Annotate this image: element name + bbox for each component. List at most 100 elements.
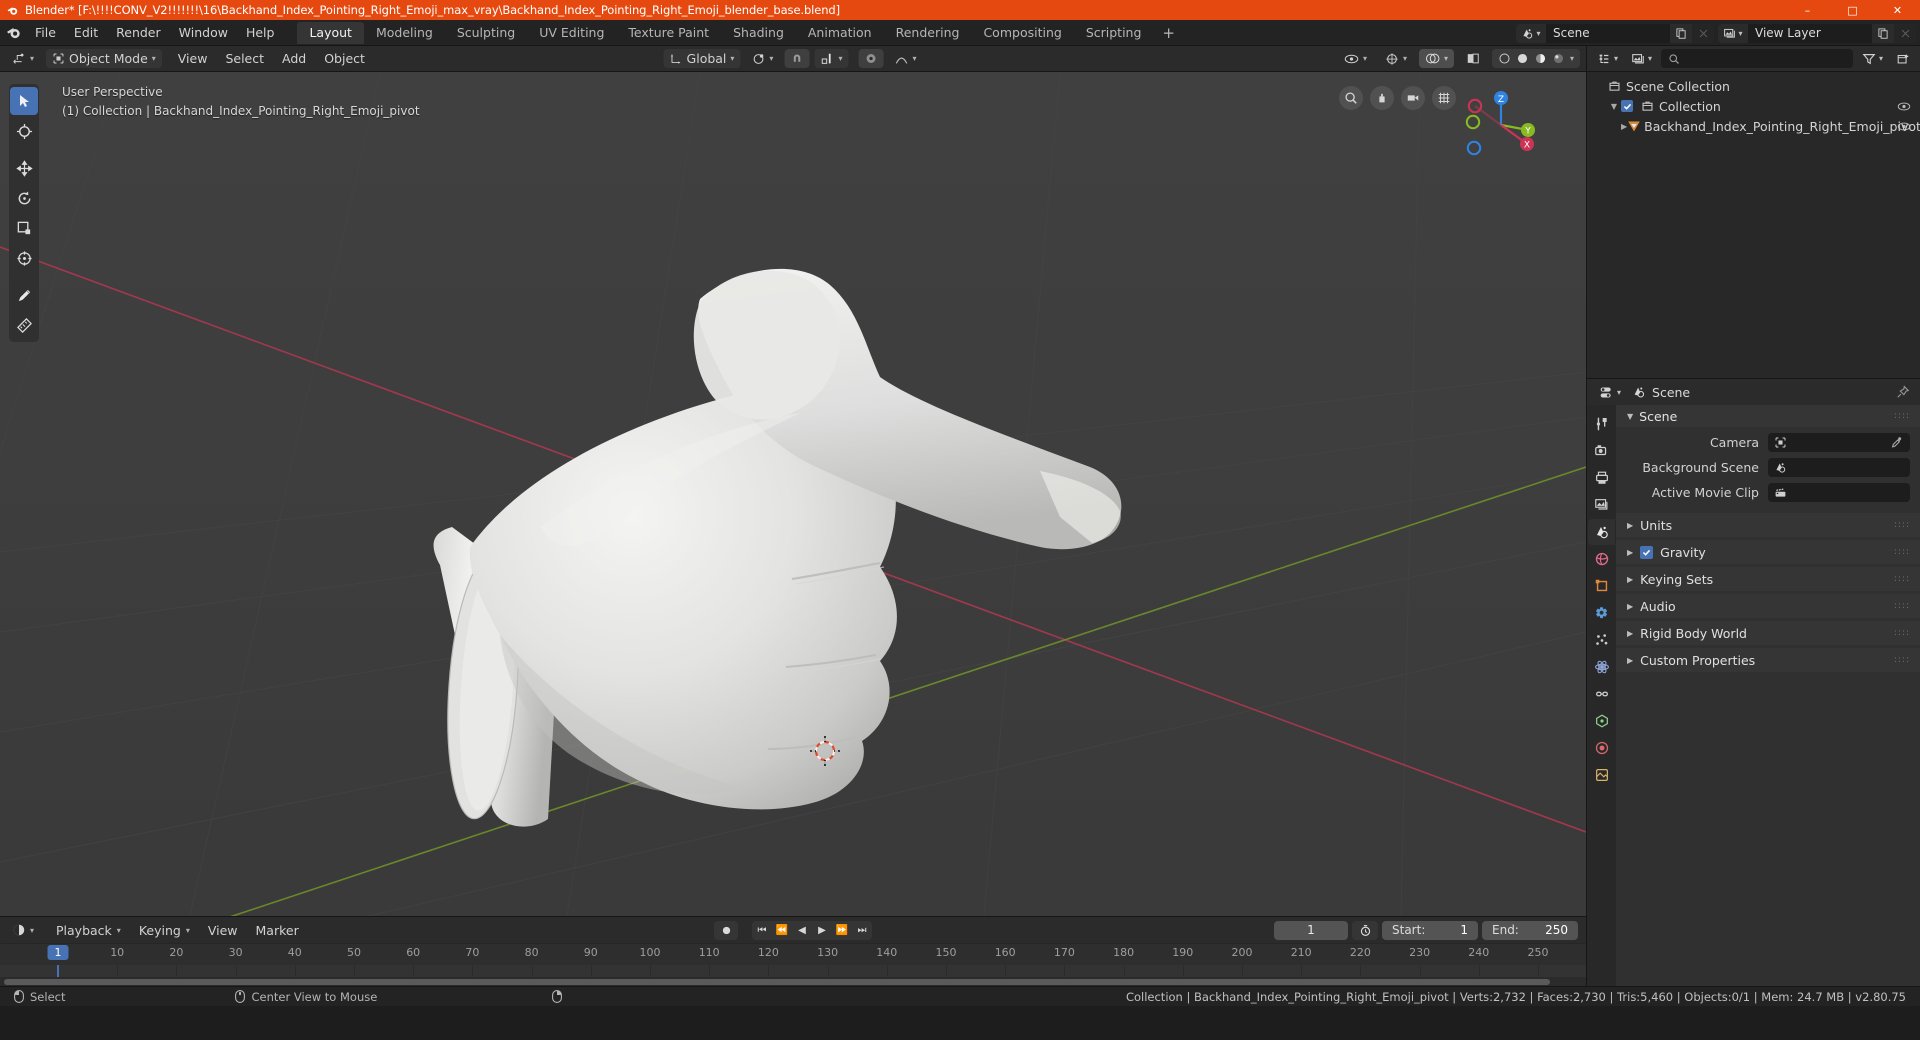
timeline-editor-type-selector[interactable]: ▾: [6, 920, 41, 940]
add-workspace-button[interactable]: +: [1153, 22, 1184, 44]
timeline-playhead[interactable]: [57, 965, 59, 977]
keying-sets-section-header[interactable]: ▶ Keying Sets ::::: [1616, 567, 1920, 591]
viewport-menu-view[interactable]: View: [169, 49, 217, 68]
disclosure-triangle-icon[interactable]: ▼: [1607, 102, 1621, 111]
workspace-tab-scripting[interactable]: Scripting: [1074, 22, 1154, 44]
menu-window[interactable]: Window: [170, 20, 237, 46]
eye-icon[interactable]: [1897, 101, 1911, 112]
play-button[interactable]: ▶: [812, 920, 832, 940]
world-tab[interactable]: [1588, 546, 1615, 572]
proportional-editing-toggle[interactable]: [858, 49, 884, 68]
view-layer-tab[interactable]: [1588, 492, 1615, 518]
timeline-menu-marker[interactable]: Marker: [247, 921, 308, 940]
new-scene-button[interactable]: [1670, 23, 1692, 43]
workspace-tab-sculpting[interactable]: Sculpting: [445, 22, 527, 44]
menu-help[interactable]: Help: [237, 20, 284, 46]
zoom-icon[interactable]: [1339, 86, 1363, 110]
new-view-layer-button[interactable]: [1872, 23, 1894, 43]
grid-view-icon[interactable]: [1432, 86, 1456, 110]
view-layer-icon[interactable]: ▾: [1718, 23, 1748, 43]
disclosure-triangle-icon[interactable]: ▶: [1627, 629, 1633, 638]
workspace-tab-compositing[interactable]: Compositing: [971, 22, 1073, 44]
viewport-menu-add[interactable]: Add: [273, 49, 315, 68]
timeline-track[interactable]: [0, 965, 1586, 977]
workspace-tab-animation[interactable]: Animation: [796, 22, 884, 44]
snap-target-selector[interactable]: ▾: [814, 49, 849, 68]
background-scene-field[interactable]: [1768, 457, 1910, 477]
scale-tool[interactable]: [10, 214, 38, 242]
menu-file[interactable]: File: [26, 20, 65, 46]
close-button[interactable]: ✕: [1875, 0, 1920, 20]
workspace-tab-texture-paint[interactable]: Texture Paint: [616, 22, 721, 44]
remove-view-layer-button[interactable]: [1894, 23, 1916, 43]
proportional-falloff-selector[interactable]: ▾: [888, 49, 923, 68]
output-tab[interactable]: [1588, 465, 1615, 491]
auto-keying-toggle[interactable]: [714, 920, 738, 940]
audio-section-header[interactable]: ▶ Audio ::::: [1616, 594, 1920, 618]
workspace-tab-modeling[interactable]: Modeling: [364, 22, 445, 44]
current-frame-indicator[interactable]: 1: [47, 945, 69, 960]
visibility-selector[interactable]: ▾: [1337, 49, 1373, 68]
disclosure-triangle-icon[interactable]: ▶: [1627, 602, 1633, 611]
timeline-scrollbar[interactable]: [0, 977, 1586, 986]
overlays-selector[interactable]: ▾: [1418, 49, 1454, 68]
object-tab[interactable]: [1588, 573, 1615, 599]
menu-render[interactable]: Render: [107, 20, 170, 46]
viewport-menu-select[interactable]: Select: [216, 49, 273, 68]
properties-editor-type-selector[interactable]: ▾: [1595, 382, 1626, 402]
render-tab[interactable]: [1588, 438, 1615, 464]
navigation-gizmo[interactable]: Z Y X: [1462, 86, 1540, 164]
constraint-tab[interactable]: [1588, 681, 1615, 707]
measure-tool[interactable]: [10, 311, 38, 339]
outliner-display-mode-selector[interactable]: ▾: [1627, 49, 1657, 68]
gravity-checkbox[interactable]: [1640, 545, 1654, 559]
scene-name-field[interactable]: Scene: [1546, 23, 1670, 43]
cursor-tool[interactable]: [10, 117, 38, 145]
pin-icon[interactable]: [1896, 385, 1910, 399]
outliner-row-scene-collection[interactable]: Scene Collection: [1587, 76, 1920, 96]
collection-checkbox[interactable]: [1621, 100, 1633, 112]
timeline-menu-view[interactable]: View: [199, 921, 247, 940]
rigid-body-world-section-header[interactable]: ▶ Rigid Body World ::::: [1616, 621, 1920, 645]
tweak-select-tool[interactable]: [10, 87, 38, 115]
xray-toggle[interactable]: [1459, 49, 1486, 68]
editor-type-selector[interactable]: ▾: [6, 49, 41, 68]
minimize-button[interactable]: –: [1785, 0, 1830, 20]
camera-view-icon[interactable]: [1401, 86, 1425, 110]
maximize-button[interactable]: □: [1830, 0, 1875, 20]
hand-pan-icon[interactable]: [1370, 86, 1394, 110]
outliner-new-collection-button[interactable]: [1892, 49, 1914, 68]
workspace-tab-rendering[interactable]: Rendering: [884, 22, 972, 44]
disclosure-triangle-icon[interactable]: ▶: [1627, 521, 1633, 530]
workspace-tab-shading[interactable]: Shading: [721, 22, 796, 44]
snap-magnet-toggle[interactable]: [784, 49, 810, 68]
camera-field[interactable]: [1768, 432, 1910, 452]
active-movie-clip-field[interactable]: [1768, 482, 1910, 502]
shading-mode-buttons[interactable]: ▾: [1491, 49, 1580, 68]
next-keyframe-button[interactable]: ⏩: [832, 920, 852, 940]
particles-tab[interactable]: [1588, 627, 1615, 653]
jump-to-start-button[interactable]: ⏮: [752, 920, 772, 940]
unlink-scene-button[interactable]: [1692, 23, 1714, 43]
material-tab[interactable]: [1588, 735, 1615, 761]
data-tab[interactable]: [1588, 708, 1615, 734]
viewport-canvas[interactable]: User Perspective (1) Collection | Backha…: [0, 72, 1586, 916]
workspace-tab-uv-editing[interactable]: UV Editing: [527, 22, 616, 44]
workspace-tab-layout[interactable]: Layout: [297, 21, 364, 44]
scene-tab[interactable]: [1588, 519, 1615, 545]
jump-to-end-button[interactable]: ⏭: [852, 920, 872, 940]
annotate-tool[interactable]: [10, 281, 38, 309]
physics-tab[interactable]: [1588, 654, 1615, 680]
texture-tab[interactable]: [1588, 762, 1615, 788]
outliner-row-collection[interactable]: ▼ Collection: [1587, 96, 1920, 116]
viewport-menu-object[interactable]: Object: [315, 49, 374, 68]
end-frame-field[interactable]: End: 250: [1482, 920, 1578, 940]
eye-icon[interactable]: [1897, 121, 1911, 132]
start-frame-field[interactable]: Start: 1: [1382, 920, 1478, 940]
scene-selector[interactable]: ▾ Scene: [1516, 23, 1714, 43]
timeline-menu-playback[interactable]: Playback ▾: [47, 921, 130, 940]
outliner-filter-button[interactable]: ▾: [1857, 49, 1887, 68]
outliner-search-input[interactable]: [1661, 49, 1853, 68]
current-frame-field[interactable]: 1: [1274, 920, 1348, 940]
gravity-section-header[interactable]: ▶ Gravity ::::: [1616, 540, 1920, 564]
